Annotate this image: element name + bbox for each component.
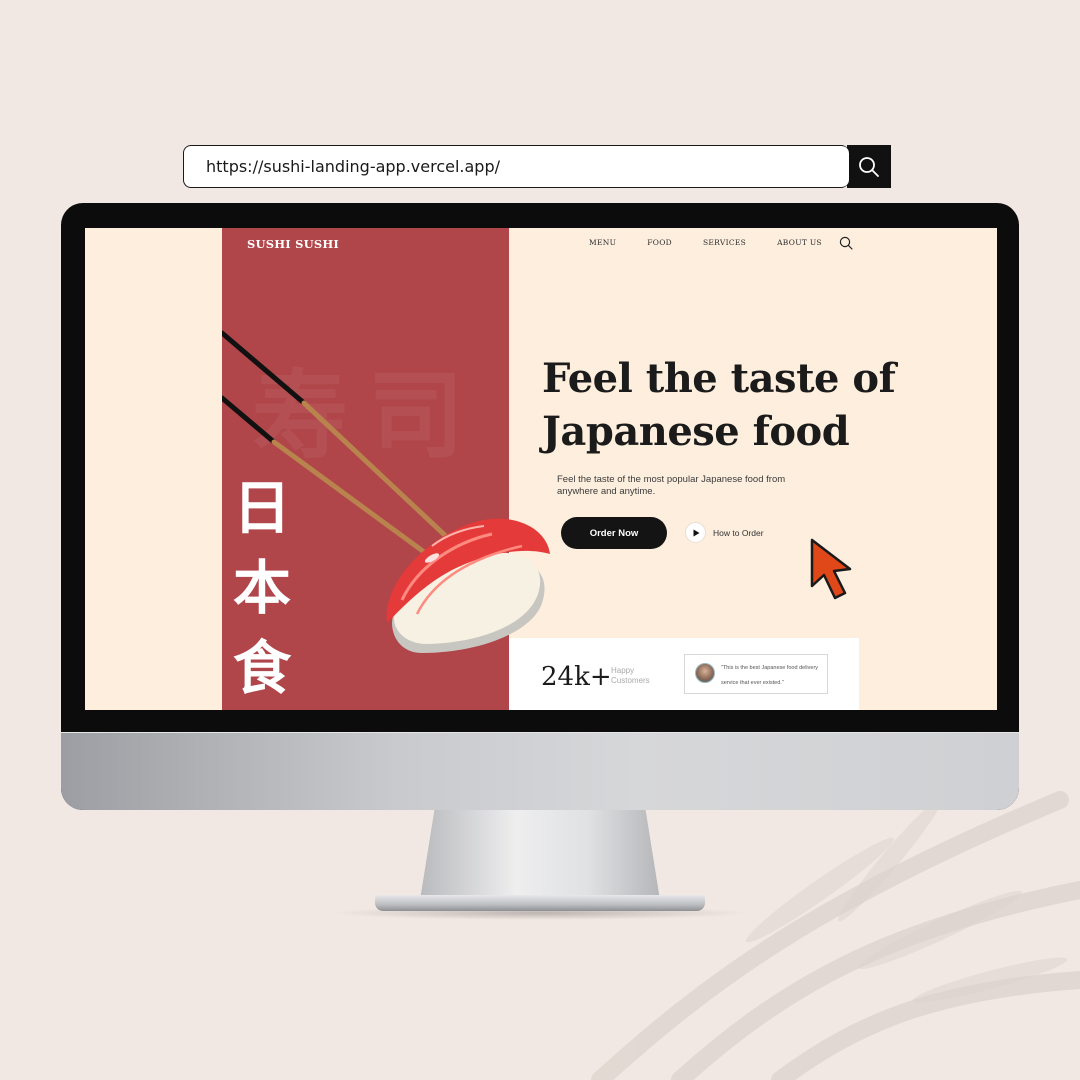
kanji-char: 日 [232, 474, 291, 542]
main-nav: MENU FOOD SERVICES ABOUT US [589, 236, 853, 250]
headline-line: Feel the taste of [542, 355, 896, 402]
nav-item-services[interactable]: SERVICES [703, 238, 746, 247]
site-logo[interactable]: SUSHI SUSHI [247, 237, 339, 251]
how-to-order-label: How to Order [713, 527, 764, 538]
customers-label: Happy Customers [611, 666, 650, 685]
url-text: https://sushi-landing-app.vercel.app/ [206, 157, 501, 176]
browser-url-bar[interactable]: https://sushi-landing-app.vercel.app/ [183, 145, 891, 188]
nav-item-menu[interactable]: MENU [589, 238, 616, 247]
order-now-button[interactable]: Order Now [561, 517, 667, 549]
side-kanji-column: 日 本 食 [230, 468, 294, 708]
mouse-cursor-icon [810, 538, 852, 600]
how-to-order-link[interactable]: How to Order [685, 522, 764, 543]
background-kanji: 寿司 [252, 360, 484, 472]
hero-headline: Feel the taste of Japanese food [542, 352, 902, 458]
search-icon[interactable] [839, 236, 853, 250]
stats-bar: 24k+ Happy Customers "This is the best J… [509, 638, 859, 710]
review-quote: "This is the best Japanese food delivery… [721, 665, 819, 686]
url-input[interactable]: https://sushi-landing-app.vercel.app/ [183, 145, 849, 188]
monitor-stand [420, 810, 660, 900]
hero-subtext: Feel the taste of the most popular Japan… [557, 474, 786, 497]
kanji-char: 本 [232, 554, 291, 622]
website-screen: 寿司 日 本 食 SUSHI SUSHI MENU FOOD SERVICES … [85, 228, 997, 710]
order-now-label: Order Now [589, 527, 639, 539]
customers-count: 24k+ [541, 662, 612, 692]
headline-line: Japanese food [542, 408, 850, 455]
nav-item-about-us[interactable]: ABOUT US [777, 238, 822, 247]
monitor-stand-base [375, 895, 705, 911]
review-card: "This is the best Japanese food delivery… [684, 654, 828, 694]
url-search-button[interactable] [847, 145, 891, 188]
monitor-chin [61, 733, 1019, 810]
kanji-char: 食 [232, 634, 291, 702]
hero-red-panel: 寿司 日 本 食 [222, 228, 509, 710]
search-icon [859, 156, 879, 177]
nav-item-food[interactable]: FOOD [647, 238, 672, 247]
reviewer-avatar [695, 663, 715, 683]
play-icon [685, 522, 706, 543]
monitor: 寿司 日 本 食 SUSHI SUSHI MENU FOOD SERVICES … [61, 203, 1019, 810]
